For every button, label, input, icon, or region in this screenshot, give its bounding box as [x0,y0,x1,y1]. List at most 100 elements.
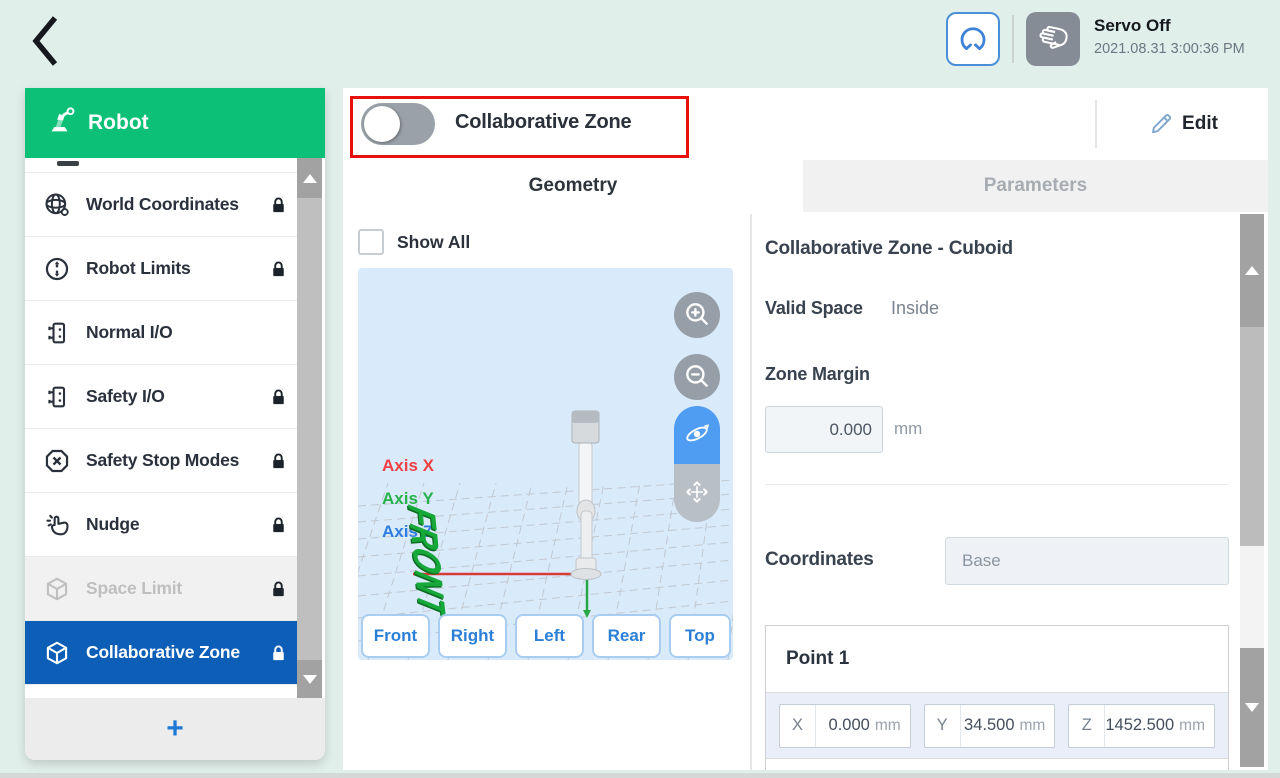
sidebar-item-collaborative-zone[interactable]: Collaborative Zone [25,621,297,685]
zone-margin-label: Zone Margin [765,364,870,385]
limits-icon [43,255,71,283]
robot-3d-viewport[interactable]: Axis X Axis Y Axis Z FRONT [358,268,733,660]
stop-octagon-icon [43,447,71,475]
lock-icon [268,385,289,409]
sidebar-scrollbar[interactable] [297,158,322,698]
scroll-up-button[interactable] [1240,214,1264,327]
main-panel: Collaborative Zone Edit Geometry Paramet… [343,88,1268,770]
pencil-icon [1147,110,1173,139]
zoom-out-button[interactable] [674,354,720,400]
coordinates-select[interactable]: Base [945,537,1229,585]
sidebar-item-label: Nudge [86,514,139,535]
add-menu-button[interactable]: + [25,698,325,760]
show-all-label: Show All [397,232,470,253]
zoom-in-icon [682,299,712,332]
axis-label: Z [1069,705,1105,747]
column-divider [750,214,752,770]
view-rear-button[interactable]: Rear [592,614,661,658]
plus-icon: + [166,714,184,744]
point-z-field[interactable]: Z 1452.500 mm [1068,704,1215,748]
view-left-button[interactable]: Left [515,614,584,658]
point-next-row [766,758,1228,770]
servo-datetime: 2021.08.31 3:00:36 PM [1094,41,1245,57]
axis-label: Y [925,705,961,747]
details-scrollbar[interactable] [1240,214,1264,767]
show-all-checkbox[interactable] [358,229,384,255]
nudge-hand-icon [43,511,71,539]
robot-arm-icon [45,106,75,141]
coord-unit: mm [875,717,910,735]
gripper-button[interactable] [946,12,1000,66]
sidebar-item-label: Safety Stop Modes [86,450,239,471]
valid-space-value: Inside [891,298,939,319]
zone-margin-input[interactable] [765,406,883,453]
point-1-card: Point 1 X 0.000 mm Y 34.500 mm Z 1452.50 [765,625,1229,770]
sidebar-item-label: Collaborative Zone [86,642,240,663]
lock-icon [268,641,289,665]
pan-mode-button[interactable] [674,464,720,522]
lock-icon [268,577,289,601]
back-chevron-icon [28,57,64,72]
coord-unit: mm [1179,717,1214,735]
zoom-out-icon [682,361,712,394]
cube-icon [43,639,71,667]
sidebar-title: Robot [88,111,149,135]
highlight-red-box [350,96,689,158]
scroll-down-button[interactable] [1240,648,1264,767]
back-button[interactable] [22,12,64,70]
sidebar-item-safety-stop-modes[interactable]: Safety Stop Modes [25,429,297,493]
arrow-up-icon [1245,266,1259,275]
servo-status: Servo Off [1094,16,1171,36]
tab-geometry[interactable]: Geometry [343,160,803,212]
section-divider [765,484,1228,485]
screen: Servo Off 2021.08.31 3:00:36 PM Robot [0,0,1280,778]
arrow-down-icon [1245,703,1259,712]
edit-button[interactable]: Edit [1097,88,1268,160]
scroll-up-button[interactable] [297,158,322,198]
zone-margin-unit: mm [894,419,922,439]
arrow-up-icon [303,174,317,183]
lock-icon [268,513,289,537]
sidebar-item-nudge[interactable]: Nudge [25,493,297,557]
hand-guide-button[interactable] [1026,12,1080,66]
sidebar-menu: World Coordinates Robot Limits [25,158,325,698]
hand-icon [1032,17,1074,62]
lock-icon [268,193,289,217]
panel-header: Collaborative Zone Edit [343,88,1268,160]
partial-icon [57,161,79,166]
scrollbar-thumb[interactable] [1240,327,1264,546]
sidebar-item-label: Space Limit [86,578,182,599]
point-y-field[interactable]: Y 34.500 mm [924,704,1056,748]
sidebar-item-normal-io[interactable]: Normal I/O [25,301,297,365]
rotate-mode-button[interactable] [674,406,720,464]
view-right-button[interactable]: Right [438,614,507,658]
sidebar-item-world-coordinates[interactable]: World Coordinates [25,173,297,237]
lock-icon [268,449,289,473]
sidebar-item-label: Safety I/O [86,386,165,407]
sidebar-item-robot-limits[interactable]: Robot Limits [25,237,297,301]
view-front-button[interactable]: Front [361,614,430,658]
cube-icon [43,575,71,603]
coord-value: 34.500 [961,716,1020,735]
sidebar-item-partial[interactable] [25,158,297,173]
valid-space-label: Valid Space [765,298,863,319]
zoom-in-button[interactable] [674,292,720,338]
orbit-rotate-icon [683,420,711,451]
sidebar-item-label: World Coordinates [86,194,239,215]
zone-type-title: Collaborative Zone - Cuboid [765,238,1013,260]
scroll-down-button[interactable] [297,660,322,698]
arrow-down-icon [303,675,317,684]
point-x-field[interactable]: X 0.000 mm [779,704,911,748]
sidebar-item-space-limit[interactable]: Space Limit [25,557,297,621]
sidebar-item-label: Robot Limits [86,258,191,279]
tab-parameters[interactable]: Parameters [803,160,1268,212]
panel-body: Show All [343,212,1268,770]
sidebar-item-safety-io[interactable]: Safety I/O [25,365,297,429]
viewport-mode-control [674,406,720,522]
io-icon [43,319,71,347]
bottom-edge-bar [0,773,1280,778]
coordinates-label: Coordinates [765,549,874,571]
show-all-row: Show All [358,229,470,255]
view-top-button[interactable]: Top [669,614,731,658]
io-icon [43,383,71,411]
